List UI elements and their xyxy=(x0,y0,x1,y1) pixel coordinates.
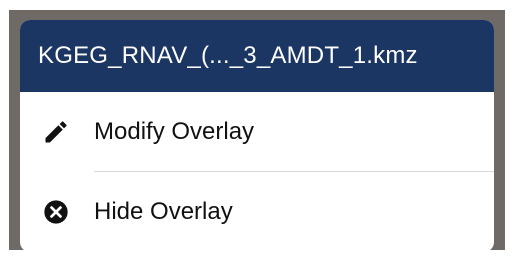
pencil-icon xyxy=(40,116,72,148)
overlay-file-title: KGEG_RNAV_(..._3_AMDT_1.kmz xyxy=(38,42,418,69)
modify-overlay-label: Modify Overlay xyxy=(94,118,255,145)
menu-header: KGEG_RNAV_(..._3_AMDT_1.kmz xyxy=(20,20,494,92)
close-circle-icon xyxy=(40,196,72,228)
hide-overlay-button[interactable]: Hide Overlay xyxy=(20,172,494,252)
hide-overlay-label: Hide Overlay xyxy=(94,198,233,225)
modify-overlay-button[interactable]: Modify Overlay xyxy=(20,92,494,172)
overlay-action-menu: KGEG_RNAV_(..._3_AMDT_1.kmz Modify Overl… xyxy=(20,20,494,252)
